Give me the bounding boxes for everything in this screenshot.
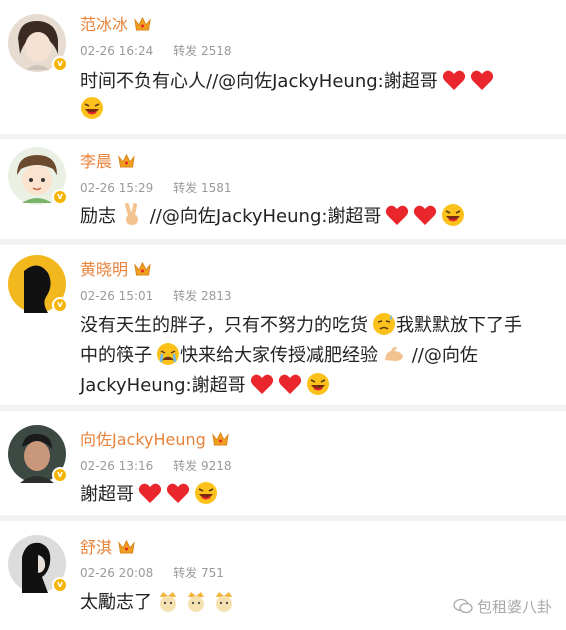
username[interactable]: 范冰冰 xyxy=(80,16,151,34)
verified-badge-icon: v xyxy=(52,467,68,483)
heart-icon xyxy=(278,374,301,394)
laughing-emoji-icon xyxy=(442,204,465,226)
comment-meta: 02-26 20:08 转发 751 xyxy=(80,566,224,580)
username-text: 李晨 xyxy=(80,152,113,171)
avatar[interactable]: v xyxy=(8,535,68,593)
comment-meta: 02-26 13:16 转发 9218 xyxy=(80,459,231,473)
avatar[interactable]: v xyxy=(8,425,68,483)
heart-icon xyxy=(414,205,437,225)
flexed-biceps-icon xyxy=(385,346,403,361)
repost-count: 2518 xyxy=(200,44,232,58)
heart-icon xyxy=(442,70,465,90)
comment-text: 謝超哥 xyxy=(80,481,536,509)
laughing-emoji-icon xyxy=(81,97,103,119)
comment-card-2: v 李晨 02-26 15:29 转发 1581 励志 //@向佐JackyHe… xyxy=(0,139,566,239)
comment-text-content: //@向佐JackyHeung:謝超哥 xyxy=(144,206,382,227)
repost-count: 9218 xyxy=(200,459,232,473)
crowned-face-icon xyxy=(216,592,232,612)
comment-text-content: 謝超哥 xyxy=(80,484,134,505)
verified-badge-icon: v xyxy=(52,577,68,593)
comment-text: 励志 //@向佐JackyHeung:謝超哥 xyxy=(80,203,536,231)
comment-text-content: 太勵志了 xyxy=(80,592,152,613)
repost-label[interactable]: 转发 xyxy=(173,459,197,473)
username-text: 向佐JackyHeung xyxy=(80,430,206,449)
timestamp: 02-26 16:24 xyxy=(80,44,154,58)
heart-icon xyxy=(138,483,162,503)
comment-card-4: v 向佐JackyHeung 02-26 13:16 转发 9218 謝超哥 xyxy=(0,411,566,515)
heart-icon xyxy=(250,374,273,394)
verified-badge-icon: v xyxy=(52,297,68,313)
crown-icon xyxy=(118,154,135,168)
username-text: 范冰冰 xyxy=(80,15,129,34)
crown-icon xyxy=(134,262,151,276)
comment-card-3: v 黄晓明 02-26 15:01 转发 2813 没有天生的胖子，只有不努力的… xyxy=(0,245,566,405)
username[interactable]: 李晨 xyxy=(80,153,135,171)
timestamp: 02-26 13:16 xyxy=(80,459,154,473)
laughing-emoji-icon xyxy=(306,373,329,395)
avatar[interactable]: v xyxy=(8,147,68,205)
comment-text-content: 励志 xyxy=(80,206,116,227)
comment-text-content: 快来给大家传授减肥经验 xyxy=(180,345,378,366)
comment-text: 没有天生的胖子，只有不努力的吃货 我默默放下了手中的筷子 快来给大家传授减肥经验 /… xyxy=(80,311,536,401)
comment-meta: 02-26 15:29 转发 1581 xyxy=(80,181,231,195)
crowned-face-icon xyxy=(188,592,204,612)
username-text: 黄晓明 xyxy=(80,260,129,279)
crown-icon xyxy=(118,540,135,554)
wechat-icon xyxy=(453,598,473,614)
repost-label[interactable]: 转发 xyxy=(173,566,197,580)
heart-icon xyxy=(386,205,409,225)
timestamp: 02-26 15:01 xyxy=(80,289,154,303)
comment-card-1: v 范冰冰 02-26 16:24 转发 2518 时间不负有心人//@向佐Ja… xyxy=(0,0,566,134)
comment-meta: 02-26 16:24 转发 2518 xyxy=(80,44,231,58)
sweating-emoji-icon xyxy=(373,313,395,335)
repost-count: 751 xyxy=(200,566,224,580)
crowned-face-icon xyxy=(160,592,176,612)
heart-icon xyxy=(166,483,190,503)
timestamp: 02-26 20:08 xyxy=(80,566,154,580)
comment-text-content: 没有天生的胖子，只有不努力的吃货 xyxy=(80,315,368,336)
username[interactable]: 舒淇 xyxy=(80,539,135,557)
repost-label[interactable]: 转发 xyxy=(173,181,197,195)
verified-badge-icon: v xyxy=(52,56,68,72)
heart-icon xyxy=(470,70,493,90)
username[interactable]: 黄晓明 xyxy=(80,261,151,279)
repost-count: 2813 xyxy=(200,289,232,303)
comment-feed: v 范冰冰 02-26 16:24 转发 2518 时间不负有心人//@向佐Ja… xyxy=(0,0,566,630)
verified-badge-icon: v xyxy=(52,189,68,205)
repost-label[interactable]: 转发 xyxy=(173,289,197,303)
avatar[interactable]: v xyxy=(8,14,68,72)
watermark-text: 包租婆八卦 xyxy=(476,598,552,616)
repost-count: 1581 xyxy=(200,181,232,195)
username-text: 舒淇 xyxy=(80,538,113,557)
victory-hand-icon xyxy=(125,203,138,225)
repost-label[interactable]: 转发 xyxy=(173,44,197,58)
username[interactable]: 向佐JackyHeung xyxy=(80,431,229,449)
comment-text-content: 时间不负有心人//@向佐JackyHeung:謝超哥 xyxy=(80,71,438,92)
crying-emoji-icon xyxy=(157,343,179,365)
watermark: 包租婆八卦 xyxy=(453,596,552,617)
comment-text: 时间不负有心人//@向佐JackyHeung:謝超哥 xyxy=(80,68,536,124)
crown-icon xyxy=(134,17,151,31)
crown-icon xyxy=(212,432,229,446)
comment-meta: 02-26 15:01 转发 2813 xyxy=(80,289,231,303)
laughing-emoji-icon xyxy=(195,482,217,504)
timestamp: 02-26 15:29 xyxy=(80,181,154,195)
avatar[interactable]: v xyxy=(8,255,68,313)
